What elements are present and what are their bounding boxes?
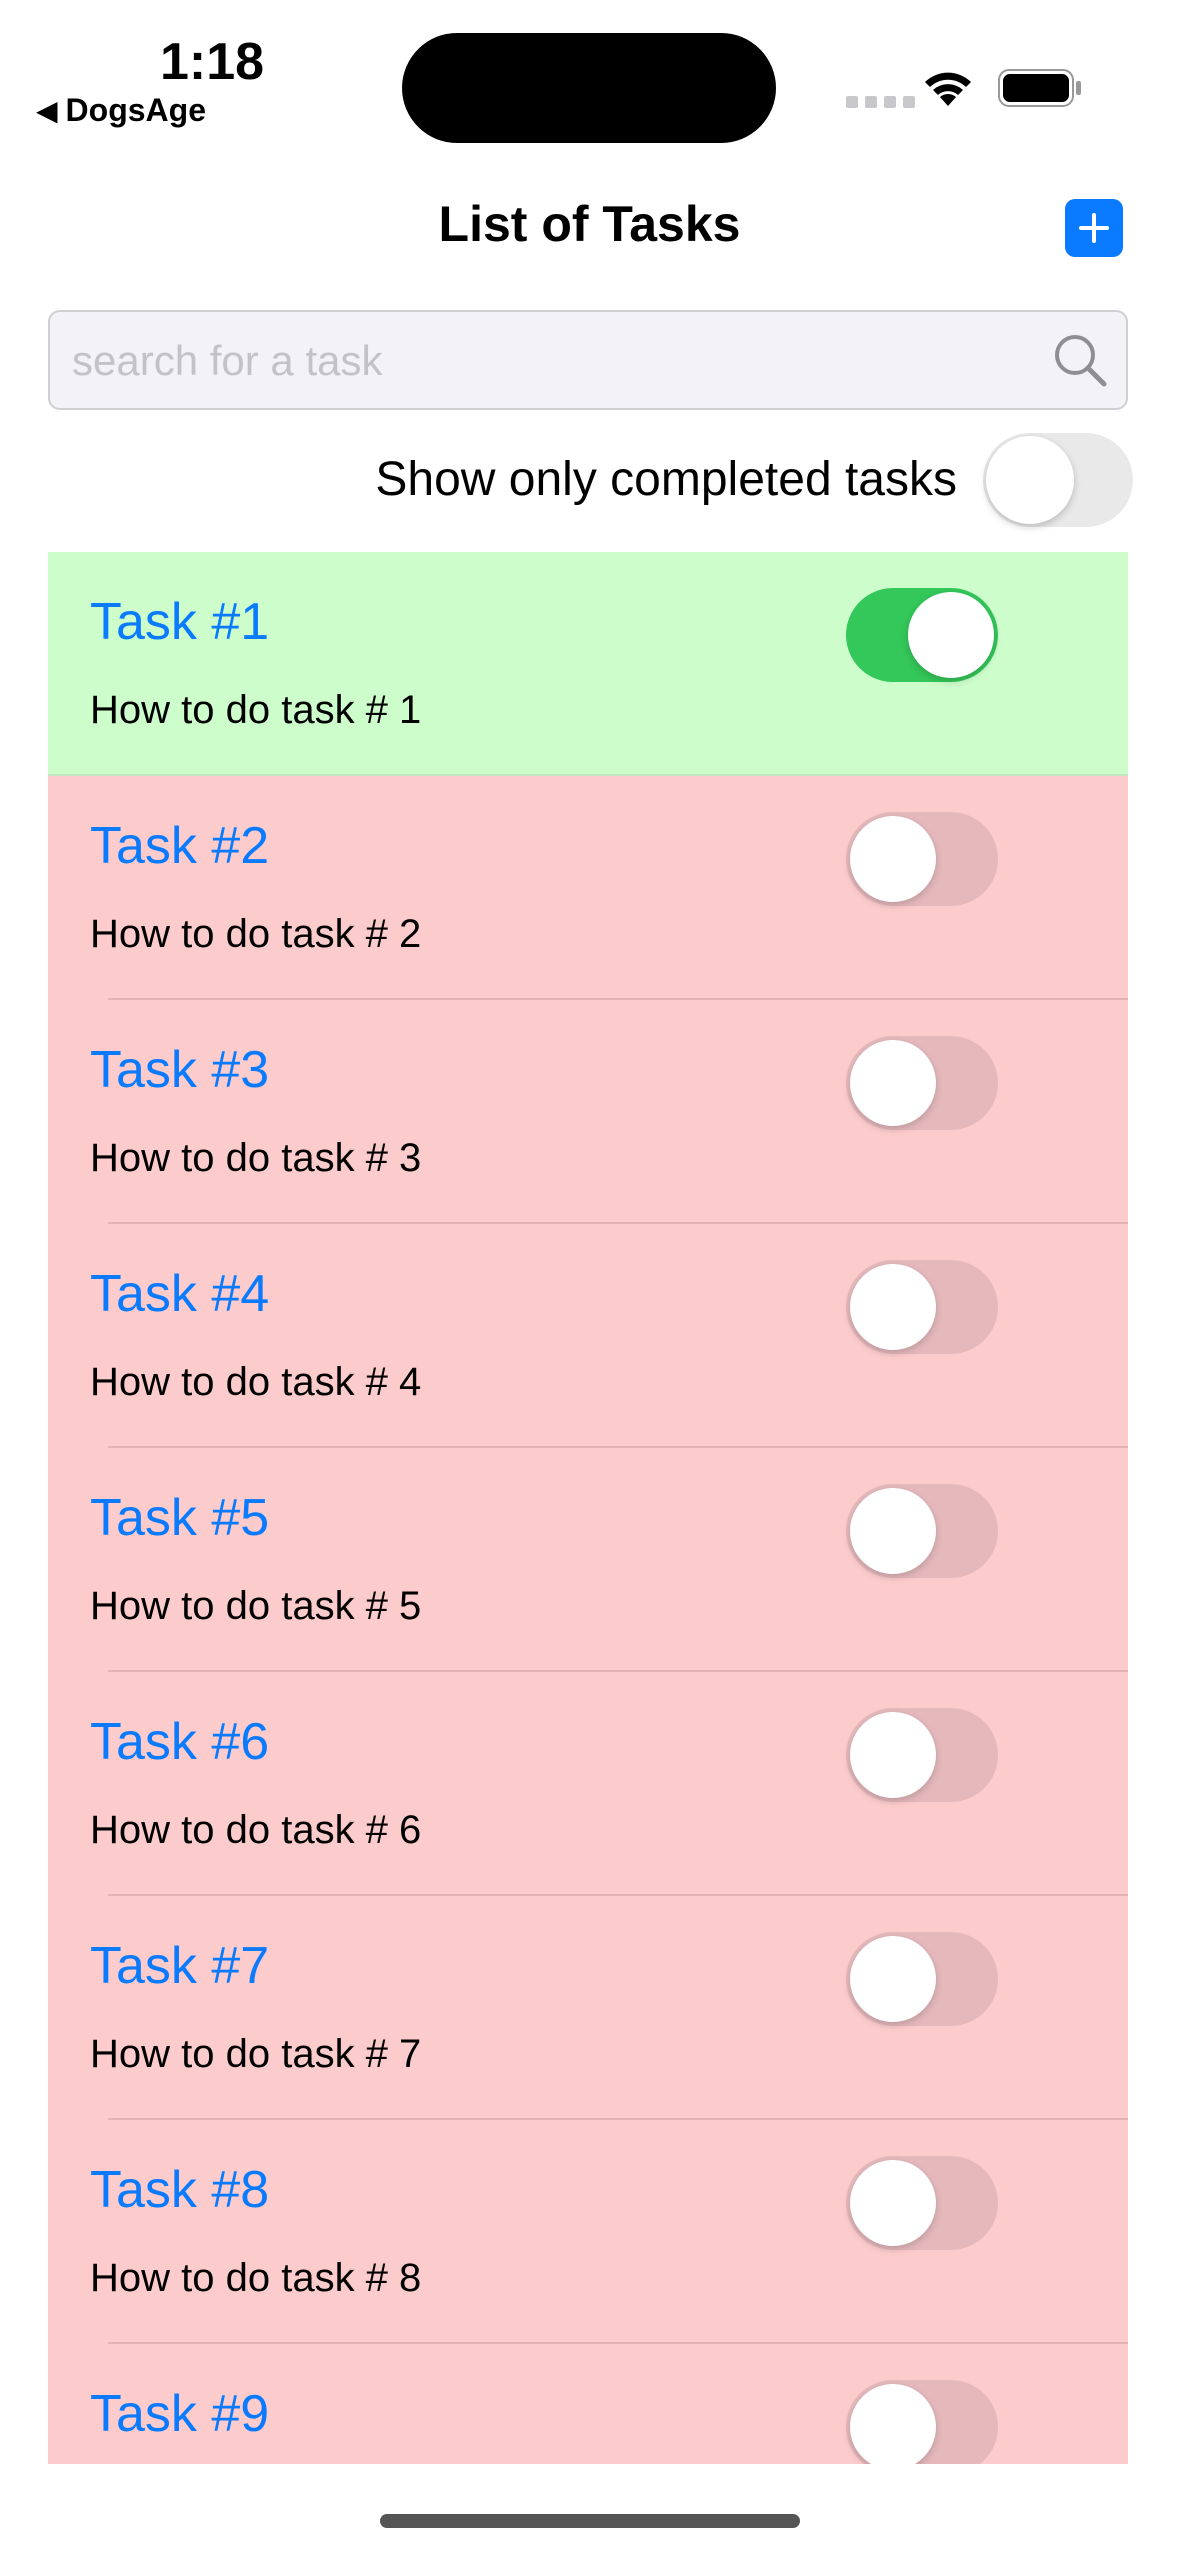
task-completed-toggle[interactable]: [846, 2380, 998, 2464]
task-description: How to do task # 5: [90, 1584, 422, 1628]
task-completed-toggle[interactable]: [846, 1484, 998, 1578]
toggle-knob: [850, 1488, 936, 1574]
task-description: How to do task # 8: [90, 2256, 422, 2300]
search-icon[interactable]: [1050, 330, 1112, 392]
task-description: How to do task # 2: [90, 912, 422, 956]
task-title[interactable]: Task #2: [90, 816, 269, 876]
status-bar: 1:18 ◀ DogsAge: [0, 0, 1179, 150]
back-to-app-link[interactable]: ◀ DogsAge: [36, 92, 206, 129]
plus-icon: [1079, 213, 1109, 243]
task-row[interactable]: Task #6 How to do task # 6: [48, 1672, 1128, 1896]
search-field[interactable]: [48, 310, 1128, 410]
toggle-knob: [850, 2160, 936, 2246]
task-row[interactable]: Task #3 How to do task # 3: [48, 1000, 1128, 1224]
task-description: How to do task # 7: [90, 2032, 422, 2076]
task-title[interactable]: Task #5: [90, 1488, 269, 1548]
toggle-knob: [850, 2384, 936, 2464]
toggle-knob: [850, 1264, 936, 1350]
task-description: How to do task # 3: [90, 1136, 422, 1180]
home-indicator[interactable]: [380, 2514, 800, 2528]
task-completed-toggle[interactable]: [846, 1036, 998, 1130]
task-completed-toggle[interactable]: [846, 812, 998, 906]
add-task-button[interactable]: [1065, 199, 1123, 257]
toggle-knob: [908, 592, 994, 678]
toggle-knob: [986, 436, 1074, 524]
page-title: List of Tasks: [438, 196, 741, 252]
toggle-knob: [850, 1712, 936, 1798]
task-row[interactable]: Task #4 How to do task # 4: [48, 1224, 1128, 1448]
task-completed-toggle[interactable]: [846, 588, 998, 682]
task-title[interactable]: Task #1: [90, 592, 269, 652]
task-list: Task #1 How to do task # 1 Task #2 How to d…: [48, 552, 1128, 2464]
back-app-label: DogsAge: [65, 92, 206, 128]
task-row[interactable]: Task #2 How to do task # 2: [48, 776, 1128, 1000]
task-title[interactable]: Task #4: [90, 1264, 269, 1324]
task-completed-toggle[interactable]: [846, 1708, 998, 1802]
battery-icon: [998, 68, 1084, 113]
toggle-knob: [850, 1936, 936, 2022]
task-description: How to do task # 4: [90, 1360, 422, 1404]
status-time: 1:18: [160, 33, 265, 91]
task-row[interactable]: Task #9How to do task # 9: [48, 2344, 1128, 2464]
search-input[interactable]: [70, 312, 1034, 410]
task-title[interactable]: Task #7: [90, 1936, 269, 1996]
dynamic-island: [402, 33, 776, 143]
task-row[interactable]: Task #8 How to do task # 8: [48, 2120, 1128, 2344]
task-completed-toggle[interactable]: [846, 2156, 998, 2250]
task-completed-toggle[interactable]: [846, 1260, 998, 1354]
task-description: How to do task # 6: [90, 1808, 422, 1852]
task-title[interactable]: Task #3: [90, 1040, 269, 1100]
filter-completed-label: Show only completed tasks: [375, 453, 957, 506]
task-title[interactable]: Task #8: [90, 2160, 269, 2220]
wifi-icon: [920, 66, 976, 113]
filter-completed-toggle[interactable]: [983, 433, 1133, 527]
task-title[interactable]: Task #9: [90, 2384, 269, 2444]
task-completed-toggle[interactable]: [846, 1932, 998, 2026]
task-row[interactable]: Task #5 How to do task # 5: [48, 1448, 1128, 1672]
task-row[interactable]: Task #7 How to do task # 7: [48, 1896, 1128, 2120]
back-triangle-icon: ◀: [36, 95, 58, 126]
cellular-signal-icon: [846, 96, 915, 108]
task-description: How to do task # 1: [90, 688, 422, 732]
toggle-knob: [850, 1040, 936, 1126]
task-row[interactable]: Task #1 How to do task # 1: [48, 552, 1128, 776]
toggle-knob: [850, 816, 936, 902]
task-title[interactable]: Task #6: [90, 1712, 269, 1772]
